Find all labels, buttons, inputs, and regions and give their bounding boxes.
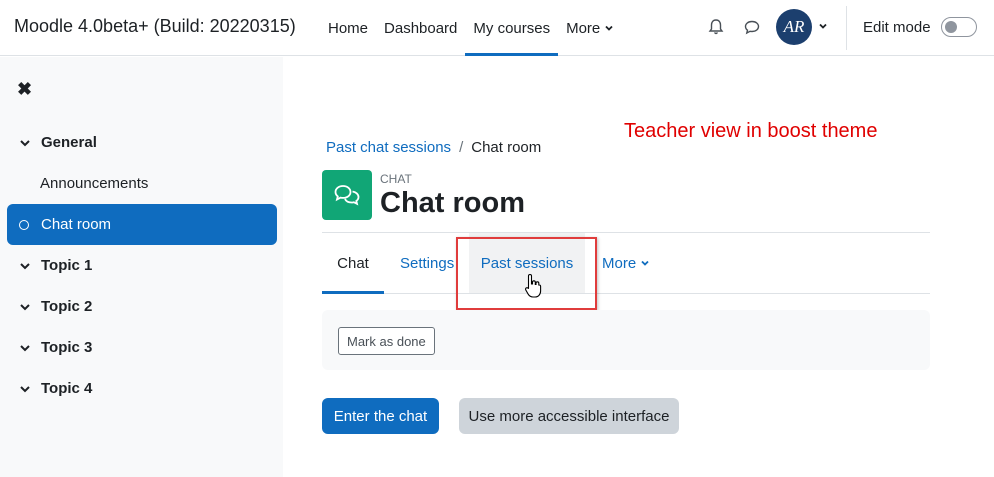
nav-my-courses[interactable]: My courses [465, 0, 558, 56]
edit-mode-control: Edit mode [863, 17, 977, 37]
drawer-item-announcements[interactable]: Announcements [7, 163, 277, 204]
chevron-down-icon[interactable] [19, 260, 41, 272]
nav-more-label: More [566, 19, 601, 37]
chevron-down-icon [604, 20, 614, 37]
edit-mode-toggle[interactable] [940, 17, 977, 37]
tab-chat[interactable]: Chat [322, 233, 384, 294]
drawer-section-general[interactable]: General [7, 122, 277, 163]
tab-label: Chat [337, 254, 369, 272]
drawer-item-label: Chat room [41, 216, 112, 233]
drawer-item-chat-room[interactable]: Chat room [7, 204, 277, 245]
nav-home-label: Home [328, 19, 369, 37]
enter-chat-button[interactable]: Enter the chat [322, 398, 439, 434]
chevron-down-icon[interactable] [19, 301, 41, 313]
mark-as-done-button[interactable]: Mark as done [338, 327, 435, 355]
nav-dashboard-label: Dashboard [384, 19, 458, 37]
drawer-section-topic-2[interactable]: Topic 2 [7, 286, 277, 327]
activity-completion-panel: Mark as done [322, 310, 930, 370]
nav-dashboard[interactable]: Dashboard [376, 0, 465, 56]
course-index-drawer: ✖ General Announcements Chat room Topic … [0, 57, 283, 477]
nav-icons [705, 16, 763, 38]
tab-label: Past sessions [480, 254, 574, 272]
user-menu[interactable]: AR [776, 9, 828, 45]
close-icon[interactable]: ✖ [17, 79, 32, 100]
messages-icon[interactable] [741, 16, 763, 38]
top-navbar: Moodle 4.0beta+ (Build: 20220315) Home D… [0, 0, 994, 56]
hand-cursor-icon [524, 273, 542, 304]
chevron-down-icon [640, 255, 650, 272]
breadcrumb-separator: / [459, 139, 464, 156]
tab-label: More [602, 254, 637, 272]
nav-home[interactable]: Home [320, 0, 376, 56]
drawer-section-topic-4[interactable]: Topic 4 [7, 368, 277, 409]
chevron-down-icon[interactable] [19, 342, 41, 354]
secondary-navigation: Chat Settings Past sessions More [322, 232, 930, 294]
primary-navigation: Home Dashboard My courses More [320, 0, 622, 56]
nav-my-courses-label: My courses [473, 19, 551, 37]
chevron-down-icon[interactable] [19, 383, 41, 395]
breadcrumb-link[interactable]: Past chat sessions [326, 139, 451, 156]
page-title: Chat room [380, 187, 525, 219]
drawer-section-topic-1[interactable]: Topic 1 [7, 245, 277, 286]
accessible-interface-button[interactable]: Use more accessible interface [459, 398, 679, 434]
chevron-down-icon [818, 18, 828, 36]
drawer-item-label: Topic 3 [41, 339, 93, 356]
nav-more[interactable]: More [558, 0, 622, 56]
drawer-item-label: Topic 4 [41, 380, 93, 397]
drawer-item-label: Announcements [40, 175, 149, 192]
tab-settings[interactable]: Settings [400, 233, 454, 293]
drawer-section-topic-3[interactable]: Topic 3 [7, 327, 277, 368]
drawer-item-label: Topic 1 [41, 257, 93, 274]
drawer-item-label: General [41, 134, 97, 151]
incomplete-circle-icon [19, 219, 29, 230]
site-name[interactable]: Moodle 4.0beta+ (Build: 20220315) [14, 16, 296, 37]
chat-icon [322, 170, 372, 220]
navbar-divider [846, 6, 847, 50]
drawer-item-label: Topic 2 [41, 298, 93, 315]
edit-mode-label: Edit mode [863, 18, 931, 36]
bell-icon[interactable] [705, 16, 727, 38]
tab-more[interactable]: More [602, 233, 650, 293]
chevron-down-icon[interactable] [19, 137, 41, 149]
breadcrumb: Past chat sessions / Chat room [326, 139, 541, 156]
tab-label: Settings [400, 254, 455, 272]
annotation-text: Teacher view in boost theme [624, 120, 878, 142]
avatar: AR [776, 9, 812, 45]
activity-type-label: CHAT [380, 172, 412, 186]
breadcrumb-current: Chat room [471, 139, 542, 156]
